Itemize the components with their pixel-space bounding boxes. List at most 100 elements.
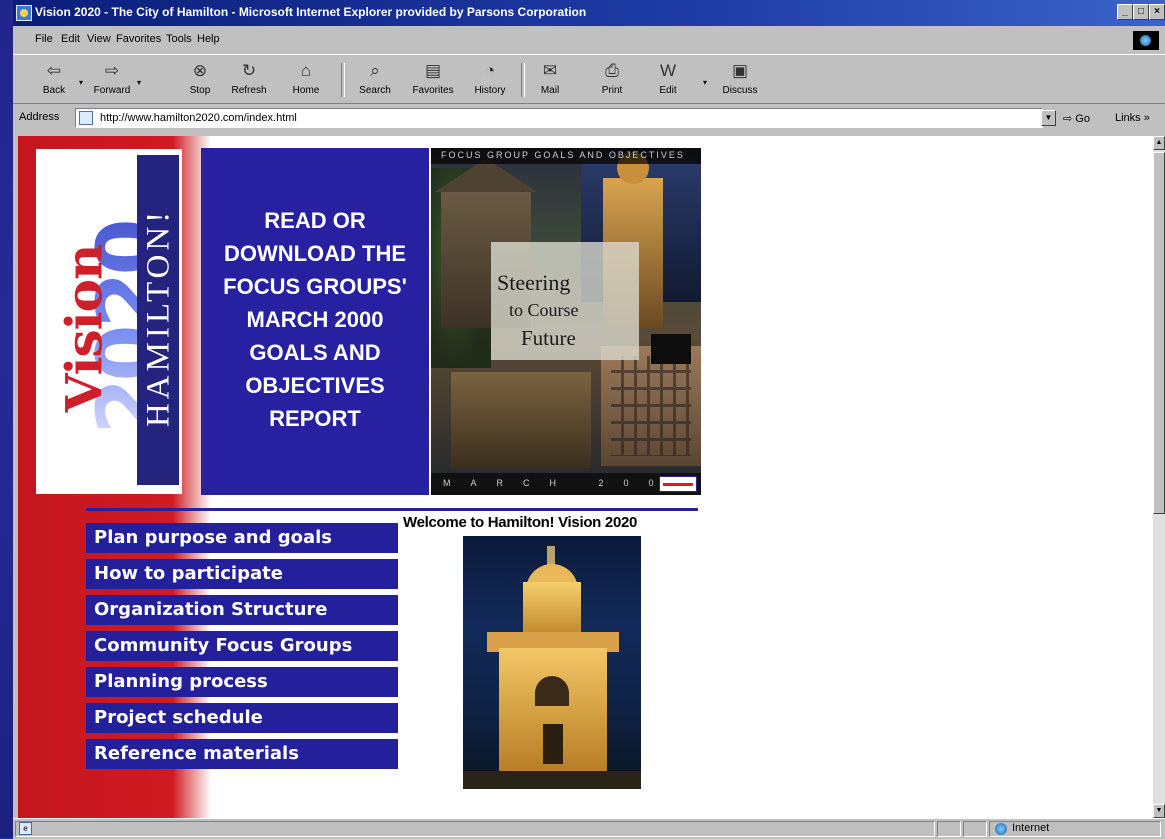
print-label: Print: [601, 85, 623, 96]
page-icon: [79, 111, 93, 125]
forward-label: Forward: [93, 85, 131, 96]
logo-word: Vision: [54, 244, 114, 413]
home-button[interactable]: ⌂ Home: [281, 61, 331, 96]
print-button[interactable]: ⎙ Print: [587, 61, 637, 96]
close-button[interactable]: ×: [1149, 4, 1165, 20]
nav-organization-structure[interactable]: Organization Structure: [86, 595, 398, 625]
status-pane-2: [963, 821, 987, 837]
history-label: History: [474, 85, 506, 96]
favorites-folder-icon: ▤: [424, 61, 442, 80]
promo-line: DOWNLOAD THE: [223, 241, 407, 266]
standard-toolbar: ⇦ Back ▾ ⇨ Forward ▾ ⊗ Stop ↻ Refresh ⌂ …: [13, 54, 1165, 104]
report-cover-image[interactable]: Steering to Course Future FOCUS GROUP GO…: [431, 148, 701, 495]
security-zone-label: Internet: [1012, 822, 1050, 834]
menu-edit[interactable]: Edit: [61, 33, 80, 45]
address-label: Address: [19, 111, 60, 123]
edit-dropdown-icon[interactable]: ▾: [703, 78, 707, 87]
nav-label: Plan purpose and goals: [94, 527, 332, 548]
discuss-button[interactable]: ▣ Discuss: [715, 61, 765, 96]
nav-how-to-participate[interactable]: How to participate: [86, 559, 398, 589]
go-label: Go: [1075, 113, 1090, 125]
links-button[interactable]: Links »: [1115, 112, 1150, 124]
vertical-scrollbar[interactable]: ▲ ▼: [1153, 136, 1165, 818]
nav-label: Organization Structure: [94, 599, 328, 620]
favorites-label: Favorites: [412, 85, 454, 96]
promo-line: READ OR: [264, 208, 366, 233]
photo-cupola: [523, 582, 581, 634]
favorites-button[interactable]: ▤ Favorites: [408, 61, 458, 96]
forward-button[interactable]: ⇨ Forward ▾: [87, 61, 141, 96]
menu-favorites[interactable]: Favorites: [116, 33, 161, 45]
mail-button[interactable]: ✉ Mail: [525, 61, 575, 96]
nav-plan-purpose[interactable]: Plan purpose and goals: [86, 523, 398, 553]
title-bar: Vision 2020 - The City of Hamilton - Mic…: [13, 0, 1165, 26]
refresh-button[interactable]: ↻ Refresh: [224, 61, 274, 96]
promo-line: GOALS AND: [249, 340, 381, 365]
cover-dark-block: [651, 334, 691, 364]
cover-logo-badge: [659, 476, 697, 492]
back-dropdown-icon[interactable]: ▾: [79, 78, 83, 87]
page-content: 2020 Vision HAMILTON! READ OR DOWNLOAD T…: [18, 136, 1153, 818]
section-divider: [86, 508, 698, 511]
forward-dropdown-icon[interactable]: ▾: [137, 78, 141, 87]
scroll-up-button[interactable]: ▲: [1153, 136, 1165, 150]
cover-title-line1: Steering: [497, 270, 571, 295]
report-download-banner[interactable]: READ OR DOWNLOAD THE FOCUS GROUPS' MARCH…: [201, 148, 429, 495]
photo-arched-window: [535, 676, 569, 706]
back-arrow-icon: ⇦: [46, 61, 62, 80]
refresh-icon: ↻: [241, 61, 257, 80]
search-label: Search: [359, 85, 391, 96]
edit-label: Edit: [659, 85, 677, 96]
logo-city-band: HAMILTON!: [137, 155, 179, 485]
nav-reference-materials[interactable]: Reference materials: [86, 739, 398, 769]
refresh-label: Refresh: [231, 85, 267, 96]
status-bar: e Internet: [13, 818, 1165, 839]
nav-label: How to participate: [94, 563, 283, 584]
main-navigation: Plan purpose and goals How to participat…: [86, 523, 398, 775]
scroll-down-button[interactable]: ▼: [1153, 804, 1165, 818]
stop-label: Stop: [189, 85, 211, 96]
nav-label: Project schedule: [94, 707, 263, 728]
go-button[interactable]: ⇨ Go: [1063, 112, 1090, 125]
edit-button[interactable]: W Edit ▾: [643, 61, 707, 96]
back-button[interactable]: ⇦ Back ▾: [29, 61, 83, 96]
printer-icon: ⎙: [605, 61, 619, 80]
maximize-button[interactable]: □: [1133, 4, 1149, 20]
go-arrow-icon: ⇨: [1063, 113, 1073, 125]
address-input[interactable]: http://www.hamilton2020.com/index.html: [75, 108, 1043, 128]
nav-project-schedule[interactable]: Project schedule: [86, 703, 398, 733]
stop-button[interactable]: ⊗ Stop: [175, 61, 225, 96]
history-button[interactable]: ◔ History: [465, 61, 515, 96]
welcome-heading: Welcome to Hamilton! Vision 2020: [403, 514, 638, 531]
menu-tools[interactable]: Tools: [166, 33, 192, 45]
nav-label: Community Focus Groups: [94, 635, 353, 656]
address-dropdown-button[interactable]: ▼: [1041, 110, 1056, 126]
cover-title-panel: Steering to Course Future: [491, 242, 639, 360]
nav-planning-process[interactable]: Planning process: [86, 667, 398, 697]
menu-file[interactable]: File: [35, 33, 53, 45]
search-icon: ⌕: [370, 61, 380, 80]
back-label: Back: [42, 85, 66, 96]
history-icon: ◔: [484, 61, 496, 80]
discuss-label: Discuss: [722, 85, 758, 96]
menu-view[interactable]: View: [87, 33, 111, 45]
search-button[interactable]: ⌕ Search: [350, 61, 400, 96]
vision-2020-hamilton-logo[interactable]: 2020 Vision HAMILTON!: [36, 149, 182, 494]
window-title: Vision 2020 - The City of Hamilton - Mic…: [35, 5, 587, 19]
address-bar: Address http://www.hamilton2020.com/inde…: [13, 106, 1165, 130]
nav-label: Planning process: [94, 671, 268, 692]
mail-icon: ✉: [542, 61, 558, 80]
promo-line: MARCH 2000: [246, 307, 384, 332]
photo-ground: [463, 771, 641, 789]
photo-door: [543, 724, 563, 764]
menu-help[interactable]: Help: [197, 33, 220, 45]
minimize-button[interactable]: _: [1117, 4, 1133, 20]
cover-title-line2: to Course: [509, 300, 579, 320]
nav-community-focus-groups[interactable]: Community Focus Groups: [86, 631, 398, 661]
scroll-thumb[interactable]: [1153, 152, 1165, 514]
ie-app-icon[interactable]: [16, 5, 32, 21]
address-url[interactable]: http://www.hamilton2020.com/index.html: [100, 112, 297, 124]
cover-title-line3: Future: [521, 326, 576, 350]
city-hall-photo: [463, 536, 641, 789]
toolbar-separator: [341, 63, 345, 97]
